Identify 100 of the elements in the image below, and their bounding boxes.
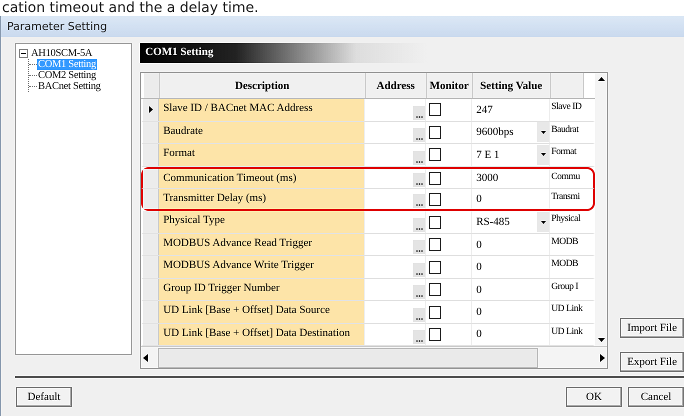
- description-cell: MODBUS Advance Write Trigger: [159, 256, 366, 278]
- description-cell: Physical Type: [159, 211, 366, 233]
- description-cell: Slave ID / BACnet MAC Address: [159, 99, 366, 121]
- setting-value-cell[interactable]: RS-485: [472, 211, 550, 233]
- collapse-icon[interactable]: [19, 49, 28, 58]
- table-row[interactable]: UD Link [Base + Offset] Data Source 0 UD Link: [141, 301, 596, 324]
- monitor-checkbox[interactable]: [429, 148, 442, 162]
- row-header-cell[interactable]: [143, 301, 160, 323]
- vertical-scrollbar[interactable]: [595, 73, 608, 346]
- monitor-checkbox[interactable]: [429, 328, 442, 341]
- browse-button[interactable]: [413, 218, 426, 232]
- setting-value-cell[interactable]: 9600bps: [472, 122, 550, 144]
- row-header-cell[interactable]: [143, 168, 160, 188]
- setting-value: 247: [476, 104, 493, 116]
- file-button[interactable]: Import File: [620, 318, 684, 338]
- ellipsis-icon: [416, 160, 423, 163]
- file-button[interactable]: Export File: [620, 352, 684, 372]
- description-cell: Communication Timeout (ms): [159, 168, 366, 188]
- setting-value: RS-485: [476, 216, 510, 228]
- monitor-checkbox[interactable]: [429, 260, 442, 274]
- setting-value: 0: [476, 193, 482, 206]
- ellipsis-icon: [416, 183, 423, 186]
- row-header-cell[interactable]: [143, 211, 160, 233]
- description-cell: Group ID Trigger Number: [159, 278, 366, 300]
- ellipsis-icon: [416, 318, 423, 320]
- dropdown-arrow-icon[interactable]: [540, 153, 546, 156]
- table-row[interactable]: Physical Type RS-485 Physical: [141, 211, 596, 234]
- monitor-checkbox[interactable]: [429, 192, 442, 206]
- setting-value: 0: [476, 238, 482, 251]
- setting-value-cell[interactable]: 3000: [472, 168, 550, 188]
- table-row[interactable]: Slave ID / BACnet MAC Address 247 Slave ID: [141, 99, 596, 122]
- monitor-checkbox[interactable]: [429, 283, 442, 296]
- dropdown-arrow-icon[interactable]: [540, 130, 546, 134]
- monitor-checkbox[interactable]: [429, 306, 442, 319]
- monitor-checkbox[interactable]: [429, 238, 442, 252]
- row-header-cell[interactable]: [143, 234, 160, 256]
- browse-button[interactable]: [413, 285, 426, 300]
- table-row[interactable]: MODBUS Advance Read Trigger 0 MODB: [141, 234, 596, 256]
- highlighted-table-row[interactable]: Transmitter Delay (ms) 0 Transmi: [141, 189, 596, 212]
- monitor-checkbox[interactable]: [429, 126, 442, 139]
- setting-value-cell[interactable]: 0: [472, 324, 550, 346]
- row-header-cell[interactable]: [143, 144, 160, 166]
- browse-button[interactable]: [413, 308, 426, 322]
- table-cell-text: Group I: [550, 280, 580, 294]
- table-cell-text: Commu: [550, 170, 581, 184]
- browse-button[interactable]: [413, 240, 426, 254]
- browse-button[interactable]: [413, 173, 426, 188]
- ellipsis-icon: [416, 228, 423, 230]
- table-row[interactable]: UD Link [Base + Offset] Data Destination 0 UD Link: [141, 324, 596, 346]
- row-header-cell[interactable]: [143, 324, 160, 346]
- setting-value-cell[interactable]: 0: [472, 256, 550, 278]
- browse-button[interactable]: [413, 128, 426, 142]
- scroll-thumb[interactable]: [158, 348, 538, 368]
- browse-button[interactable]: [413, 262, 426, 277]
- browse-button[interactable]: [413, 194, 426, 208]
- horizontal-scrollbar[interactable]: [141, 346, 608, 368]
- table-row[interactable]: MODBUS Advance Write Trigger 0 MODB: [141, 256, 596, 279]
- table-row[interactable]: Baudrate 9600bps Baudrat: [141, 122, 596, 144]
- highlighted-table-row[interactable]: Communication Timeout (ms) 3000 Commu: [141, 166, 596, 190]
- ellipsis-icon: [416, 295, 423, 298]
- tree-item[interactable]: AH10SCM-5A: [30, 48, 94, 60]
- table-cell-text: MODB: [550, 236, 580, 249]
- column-header: Description: [160, 73, 366, 98]
- window-title: Parameter Setting: [1, 16, 684, 38]
- tree-item[interactable]: BACnet Setting: [37, 81, 102, 92]
- monitor-checkbox[interactable]: [429, 216, 442, 229]
- setting-value-cell[interactable]: 247: [472, 99, 550, 121]
- default-button[interactable]: Default: [16, 387, 72, 408]
- row-header-cell[interactable]: [143, 256, 160, 278]
- scroll-left-icon[interactable]: [143, 354, 148, 362]
- monitor-checkbox[interactable]: [429, 172, 442, 185]
- ellipsis-icon: [416, 272, 423, 275]
- tree-item[interactable]: COM2 Setting: [37, 70, 97, 82]
- dialog-button[interactable]: Cancel: [628, 387, 684, 408]
- monitor-checkbox[interactable]: [429, 103, 442, 116]
- setting-value-cell[interactable]: 0: [472, 301, 550, 323]
- browse-button[interactable]: [413, 150, 426, 165]
- description-cell: UD Link [Base + Offset] Data Source: [159, 301, 366, 323]
- browse-button[interactable]: [413, 106, 426, 120]
- setting-value-cell[interactable]: 0: [472, 189, 550, 210]
- setting-value-cell[interactable]: 0: [472, 234, 550, 256]
- row-header-cell[interactable]: [143, 189, 160, 210]
- dropdown-arrow-icon[interactable]: [540, 220, 546, 224]
- dialog-button[interactable]: OK: [566, 387, 622, 408]
- setting-value-cell[interactable]: 0: [472, 278, 550, 300]
- row-header-cell[interactable]: [143, 99, 160, 121]
- browse-button[interactable]: [413, 330, 426, 344]
- table-row[interactable]: Format 7 E 1 Format: [141, 144, 596, 167]
- setting-value: 7 E 1: [476, 148, 500, 161]
- row-header-cell[interactable]: [143, 278, 160, 300]
- table-row[interactable]: Group ID Trigger Number 0 Group I: [141, 278, 596, 302]
- table-cell-text: Baudrat: [550, 124, 580, 137]
- row-header-cell[interactable]: [143, 122, 160, 144]
- table-cell-text: Physical: [550, 213, 582, 226]
- description-cell: Transmitter Delay (ms): [159, 189, 366, 210]
- setting-value: 0: [476, 261, 482, 274]
- description-cell: MODBUS Advance Read Trigger: [159, 234, 366, 256]
- setting-value-cell[interactable]: 7 E 1: [472, 144, 550, 166]
- scroll-right-icon[interactable]: [600, 354, 606, 362]
- ellipsis-icon: [416, 204, 423, 206]
